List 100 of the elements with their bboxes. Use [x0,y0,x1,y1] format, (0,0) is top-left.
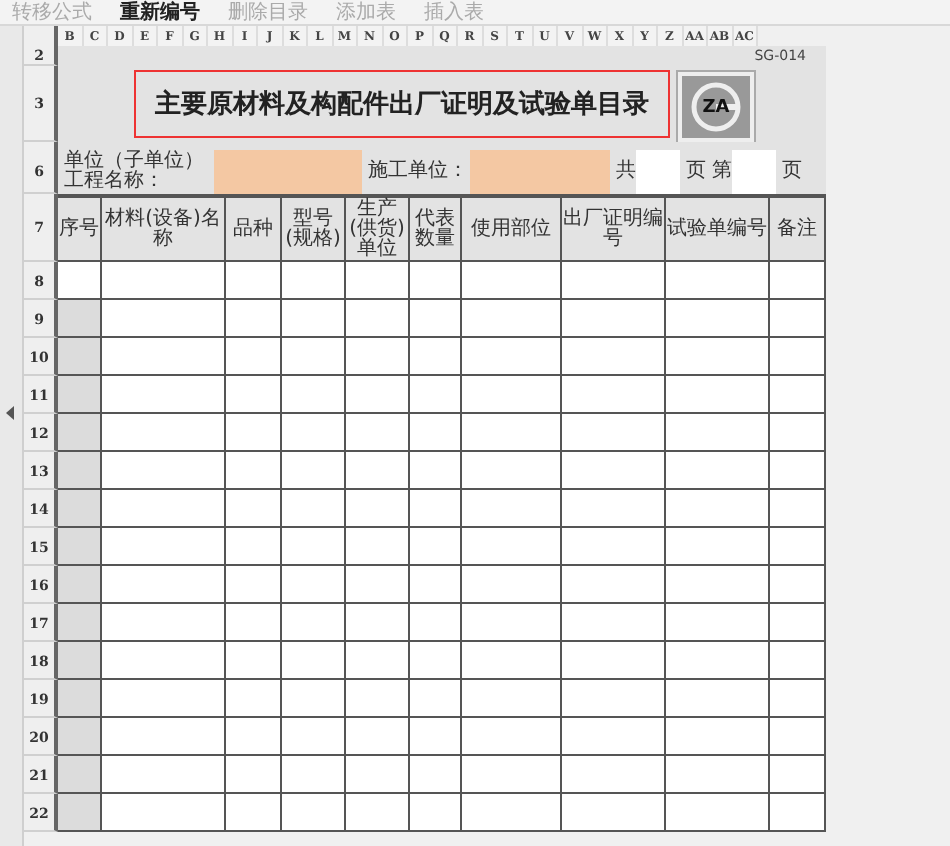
toolbar-button[interactable]: 重新编号 [120,1,200,23]
table-cell[interactable] [410,604,462,642]
table-cell[interactable] [346,414,410,452]
table-cell[interactable] [226,680,282,718]
table-cell[interactable] [410,718,462,756]
table-cell[interactable] [666,300,770,338]
table-cell[interactable] [410,642,462,680]
table-cell[interactable] [58,452,102,490]
table-cell[interactable] [562,566,666,604]
table-cell[interactable] [282,756,346,794]
table-cell[interactable] [770,338,826,376]
table-cell[interactable] [58,756,102,794]
table-cell[interactable] [282,414,346,452]
table-cell[interactable] [282,642,346,680]
table-cell[interactable] [102,756,226,794]
table-cell[interactable] [666,490,770,528]
table-cell[interactable] [102,794,226,832]
table-cell[interactable] [102,376,226,414]
table-cell[interactable] [666,414,770,452]
table-cell[interactable] [666,642,770,680]
table-cell[interactable] [562,376,666,414]
table-cell[interactable] [102,490,226,528]
table-cell[interactable] [102,300,226,338]
table-cell[interactable] [58,566,102,604]
table-cell[interactable] [410,756,462,794]
table-cell[interactable] [462,376,562,414]
table-cell[interactable] [226,452,282,490]
table-cell[interactable] [666,338,770,376]
table-cell[interactable] [770,414,826,452]
table-cell[interactable] [770,756,826,794]
table-cell[interactable] [410,376,462,414]
table-cell[interactable] [58,414,102,452]
table-cell[interactable] [282,528,346,566]
table-cell[interactable] [346,794,410,832]
table-cell[interactable] [462,528,562,566]
table-cell[interactable] [666,452,770,490]
table-cell[interactable] [102,566,226,604]
table-cell[interactable] [58,376,102,414]
table-cell[interactable] [58,338,102,376]
table-cell[interactable] [666,718,770,756]
table-cell[interactable] [666,528,770,566]
table-cell[interactable] [462,794,562,832]
table-cell[interactable] [346,490,410,528]
table-cell[interactable] [102,718,226,756]
table-cell[interactable] [58,604,102,642]
table-cell[interactable] [410,680,462,718]
table-cell[interactable] [58,262,102,300]
table-cell[interactable] [562,604,666,642]
table-cell[interactable] [562,528,666,566]
table-cell[interactable] [282,262,346,300]
table-cell[interactable] [462,338,562,376]
table-cell[interactable] [282,300,346,338]
table-cell[interactable] [346,452,410,490]
table-cell[interactable] [102,642,226,680]
table-cell[interactable] [410,300,462,338]
table-cell[interactable] [770,566,826,604]
table-cell[interactable] [346,718,410,756]
table-cell[interactable] [462,414,562,452]
table-cell[interactable] [666,566,770,604]
table-cell[interactable] [562,680,666,718]
table-cell[interactable] [226,262,282,300]
table-cell[interactable] [346,604,410,642]
table-cell[interactable] [410,452,462,490]
table-cell[interactable] [410,338,462,376]
table-cell[interactable] [346,300,410,338]
table-cell[interactable] [282,718,346,756]
table-cell[interactable] [226,756,282,794]
table-cell[interactable] [562,756,666,794]
table-cell[interactable] [226,376,282,414]
table-cell[interactable] [562,718,666,756]
table-cell[interactable] [770,262,826,300]
table-cell[interactable] [410,262,462,300]
table-cell[interactable] [346,528,410,566]
table-cell[interactable] [410,566,462,604]
table-cell[interactable] [226,338,282,376]
table-cell[interactable] [770,604,826,642]
table-cell[interactable] [462,452,562,490]
table-cell[interactable] [410,414,462,452]
table-cell[interactable] [58,680,102,718]
table-cell[interactable] [770,718,826,756]
table-cell[interactable] [770,452,826,490]
page-number-field[interactable] [732,150,776,194]
table-cell[interactable] [226,718,282,756]
table-cell[interactable] [226,414,282,452]
table-cell[interactable] [770,642,826,680]
table-cell[interactable] [410,794,462,832]
table-cell[interactable] [282,376,346,414]
table-cell[interactable] [346,376,410,414]
table-cell[interactable] [562,642,666,680]
table-cell[interactable] [346,262,410,300]
table-cell[interactable] [666,262,770,300]
table-cell[interactable] [462,300,562,338]
table-cell[interactable] [410,528,462,566]
table-cell[interactable] [102,680,226,718]
table-cell[interactable] [462,604,562,642]
table-cell[interactable] [462,262,562,300]
table-cell[interactable] [102,604,226,642]
table-cell[interactable] [226,300,282,338]
table-cell[interactable] [226,642,282,680]
table-cell[interactable] [666,376,770,414]
